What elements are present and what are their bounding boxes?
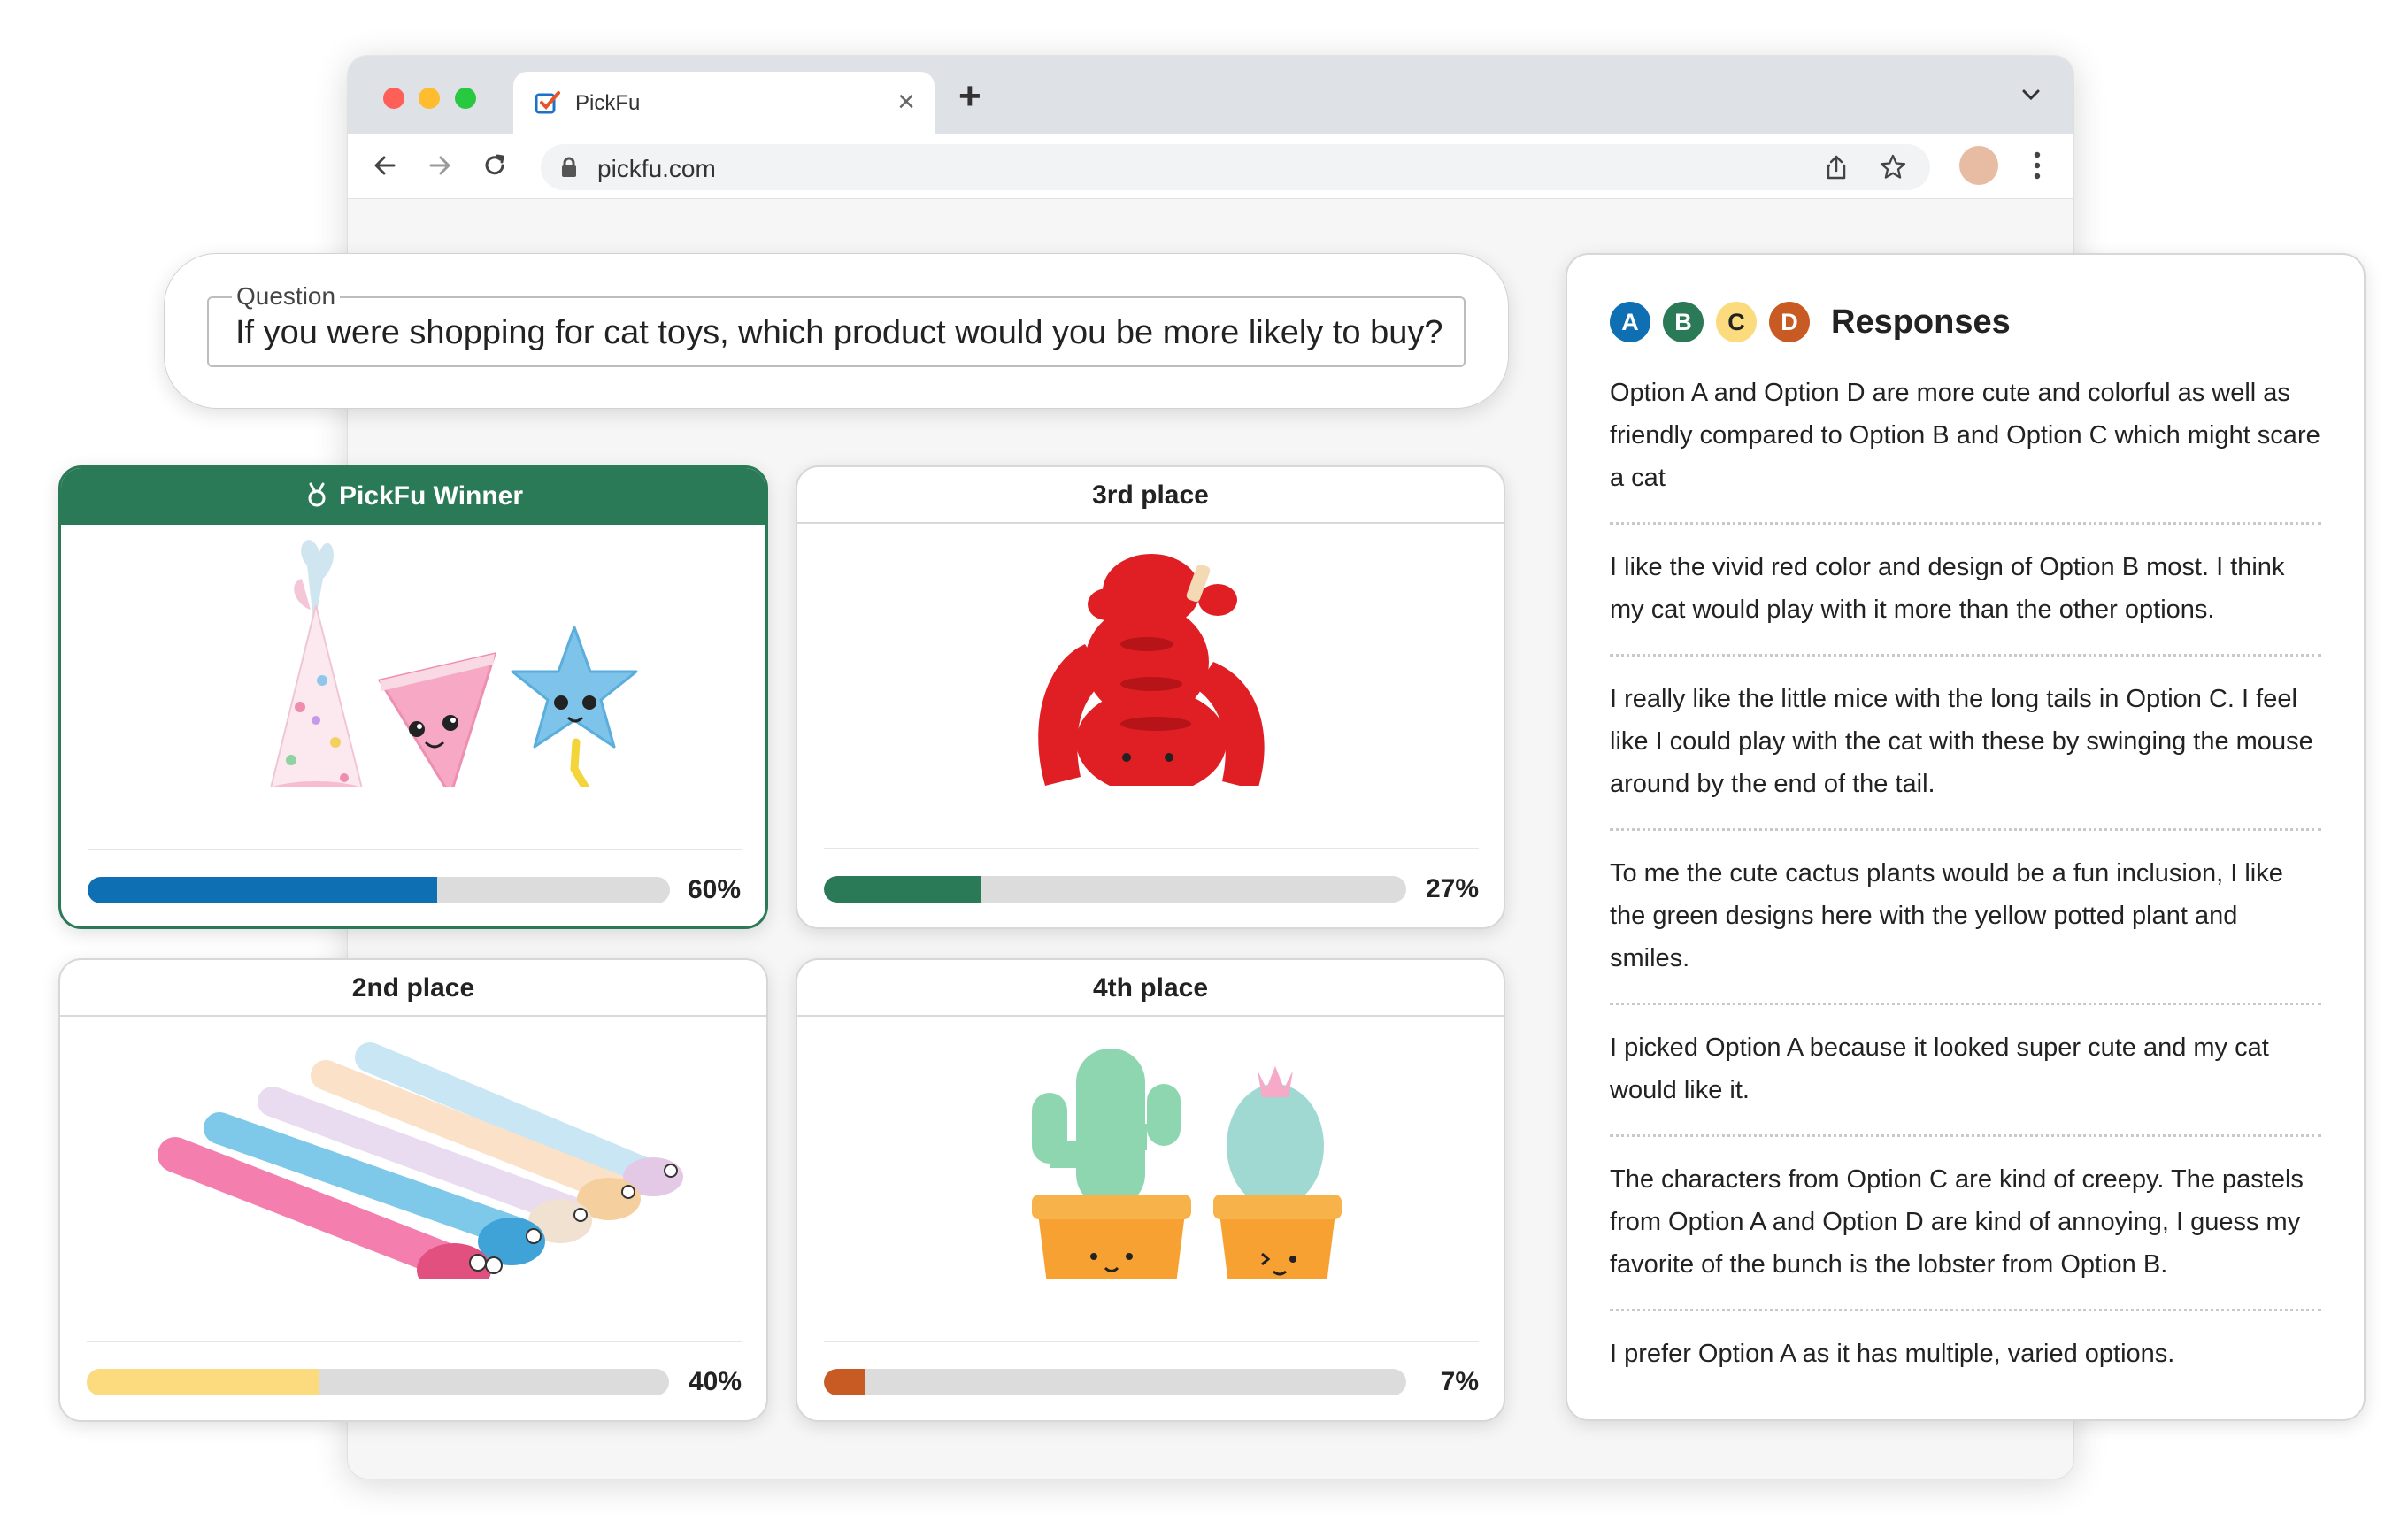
lobster-toy-image [1038,554,1265,786]
window-close-button[interactable] [383,88,404,109]
card-header: 3rd place [797,467,1504,524]
vote-bar-fill [824,876,981,903]
mice-toys-image [158,1042,683,1279]
profile-avatar[interactable] [1959,146,1998,185]
back-arrow-icon[interactable] [369,150,401,181]
vote-percentage: 60% [687,875,741,904]
card-header: 2nd place [60,960,766,1017]
vote-percentage: 40% [688,1367,742,1396]
option-card-3rd-place[interactable]: 3rd place 27% [796,465,1505,929]
browser-tab-pickfu[interactable]: PickFu × [513,72,935,134]
response-item: The characters from Option C are kind of… [1610,1158,2321,1311]
response-item: To me the cute cactus plants would be a … [1610,852,2321,1005]
reload-icon[interactable] [479,150,511,181]
card-header: 4th place [797,960,1504,1017]
medal-icon [308,482,326,507]
bookmark-star-icon[interactable] [1879,153,1907,181]
response-item: I picked Option A because it looked supe… [1610,1026,2321,1137]
question-box: Question If you were shopping for cat to… [207,282,1466,367]
vote-bar-track [87,1369,669,1395]
window-minimize-button[interactable] [419,88,440,109]
option-badge-c: C [1716,302,1757,342]
tab-bar: PickFu × + [348,56,2073,134]
vote-bar-fill [88,877,437,903]
option-badge-d: D [1769,302,1810,342]
question-label: Question [232,282,341,311]
vote-percentage: 27% [1425,874,1479,903]
forward-arrow-icon[interactable] [424,150,456,181]
option-card-winner[interactable]: PickFu Winner 60% [58,465,768,929]
lock-icon [562,157,576,177]
question-card: Question If you were shopping for cat to… [164,253,1509,409]
vote-percentage: 7% [1440,1367,1479,1396]
responses-title: Responses [1831,303,2011,341]
vote-bar-track [88,877,670,903]
response-item: I really like the little mice with the l… [1610,678,2321,831]
option-card-4th-place[interactable]: 4th place 7% [796,958,1505,1422]
browser-menu-icon[interactable] [2033,150,2042,181]
card-separator [824,1341,1479,1342]
url-text: pickfu.com [597,155,716,182]
tab-close-icon[interactable]: × [897,84,915,119]
vote-bar-track [824,876,1406,903]
window-maximize-button[interactable] [455,88,476,109]
new-tab-icon[interactable]: + [958,77,981,116]
response-list: Option A and Option D are more cute and … [1610,372,2321,1419]
card-header: PickFu Winner [61,468,765,525]
party-toys-image [270,540,638,787]
cactus-toys-image [1032,1049,1342,1279]
option-badge-b: B [1663,302,1704,342]
question-text: If you were shopping for cat toys, which… [235,314,1443,351]
address-bar[interactable]: pickfu.com [541,144,1930,190]
responses-panel: A B C D Responses Option A and Option D … [1566,253,2366,1421]
responses-header: A B C D Responses [1610,301,2011,343]
card-separator [88,849,742,850]
vote-bar-fill [824,1369,865,1395]
response-item: I prefer Option A as it has multiple, va… [1610,1340,2175,1368]
vote-bar-track [824,1369,1406,1395]
browser-toolbar: pickfu.com [348,134,2073,199]
option-badge-a: A [1610,302,1650,342]
card-separator [87,1341,742,1342]
tab-list-chevron-down-icon[interactable] [2019,82,2043,107]
share-icon[interactable] [1822,153,1850,181]
pickfu-favicon-icon [535,91,560,114]
card-separator [824,848,1479,849]
option-card-2nd-place[interactable]: 2nd place 40% [58,958,768,1422]
tab-title: PickFu [575,91,641,115]
response-item: Option A and Option D are more cute and … [1610,372,2321,525]
response-item: I like the vivid red color and design of… [1610,546,2321,657]
card-header-label: PickFu Winner [338,481,524,511]
vote-bar-fill [87,1369,320,1395]
